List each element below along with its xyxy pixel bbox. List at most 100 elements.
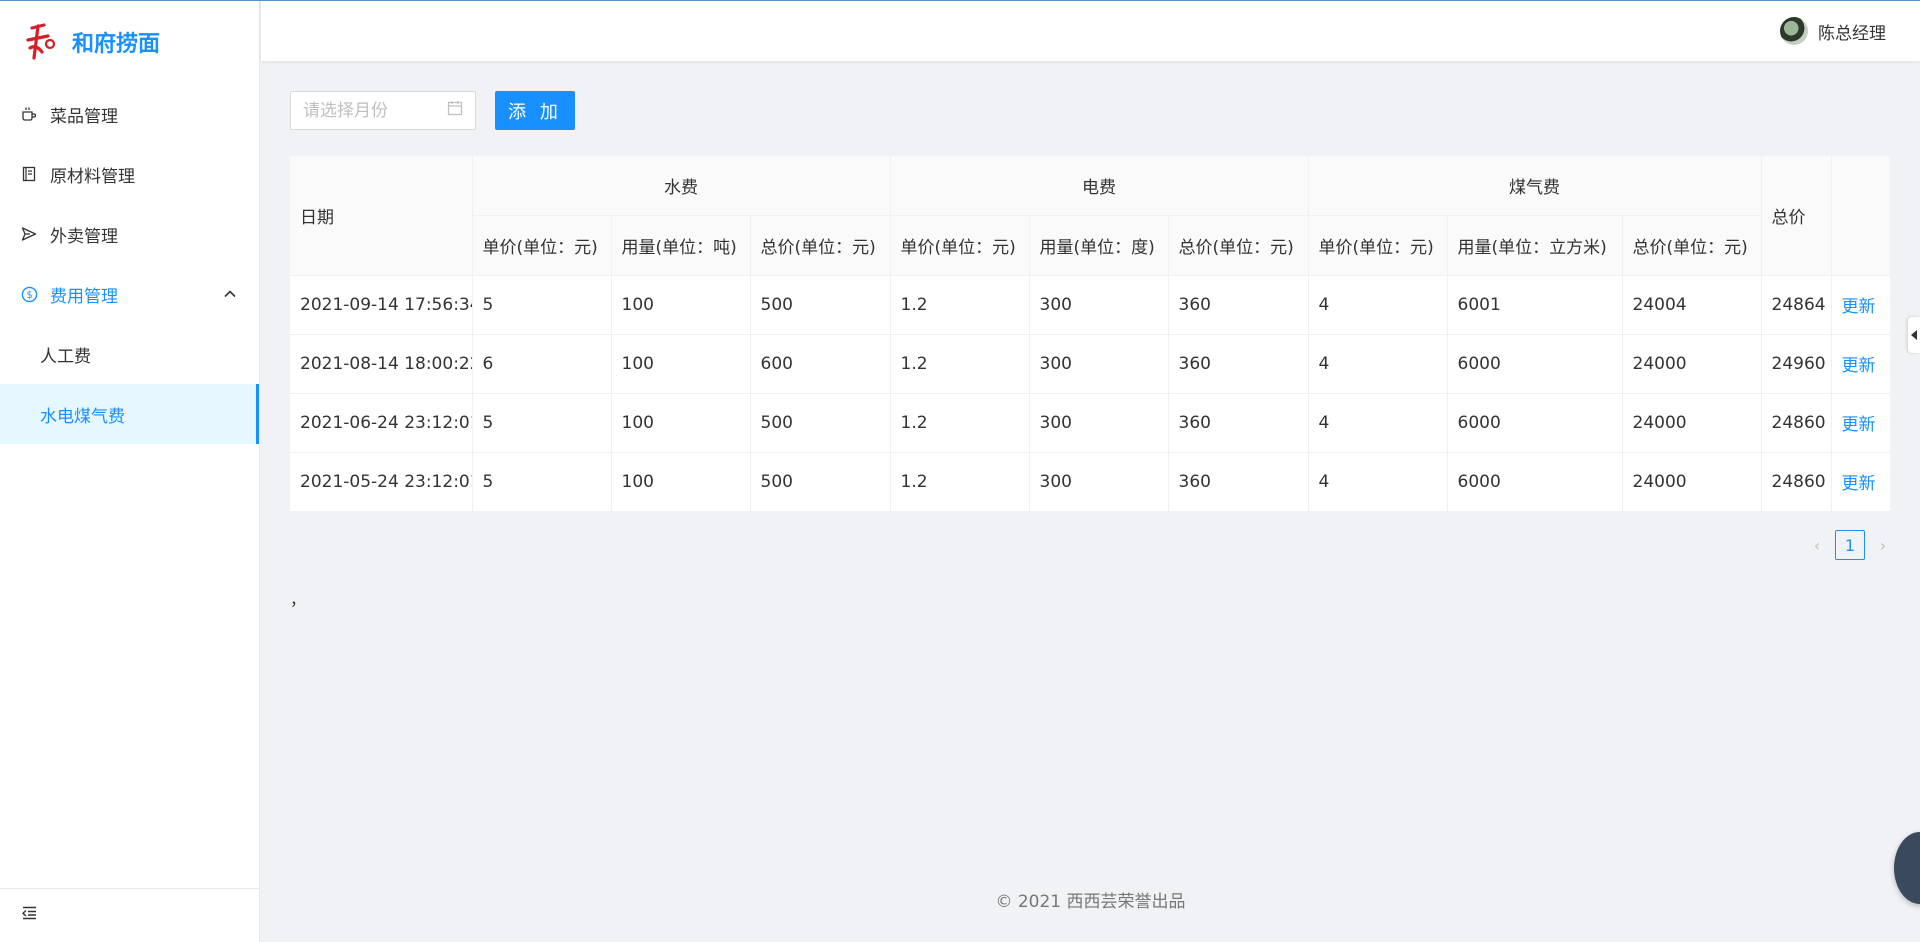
- avatar[interactable]: [1780, 17, 1808, 45]
- book-icon: [20, 165, 38, 183]
- logo[interactable]: 和府捞面: [0, 0, 259, 84]
- table-cell: 300: [1029, 275, 1169, 335]
- table-cell: 100: [611, 452, 751, 512]
- table-cell: 300: [1029, 334, 1169, 394]
- column-header: 单价(单位：元): [890, 215, 1030, 276]
- sidebar-item-dishes[interactable]: 菜品管理: [0, 84, 259, 144]
- column-header: 用量(单位：立方米): [1447, 215, 1623, 276]
- table-cell: 300: [1029, 452, 1169, 512]
- table-cell: 4: [1308, 334, 1448, 394]
- column-header-date: 日期: [290, 156, 473, 276]
- column-group-gas: 煤气费: [1308, 156, 1762, 216]
- utility-fee-table: 日期 水费 电费 煤气费 总价 单价(单位：元) 用量(单位：吨) 总价(单位：…: [290, 156, 1891, 512]
- footer-copyright: © 2021 西西芸荣誉出品: [995, 892, 1186, 912]
- month-picker[interactable]: [290, 91, 476, 130]
- column-header-action: [1831, 156, 1891, 276]
- sidebar-subitem-labor[interactable]: 人工费: [0, 324, 259, 384]
- chevron-up-icon: [223, 286, 237, 306]
- update-link[interactable]: 更新: [1842, 356, 1876, 376]
- toolbar: 添 加: [290, 91, 575, 130]
- table-cell: 360: [1168, 275, 1309, 335]
- column-header-total: 总价: [1761, 156, 1832, 276]
- top-header: 陈总经理: [261, 1, 1920, 61]
- next-page-button[interactable]: ›: [1872, 536, 1894, 555]
- table-cell: 360: [1168, 393, 1309, 453]
- user-name[interactable]: 陈总经理: [1818, 19, 1886, 44]
- sidebar-subitem-label: 人工费: [40, 346, 91, 367]
- table-cell: 360: [1168, 334, 1309, 394]
- column-header: 总价(单位：元): [1622, 215, 1762, 276]
- calendar-icon: [447, 100, 463, 121]
- collapse-sidebar-button[interactable]: [0, 888, 260, 942]
- column-header: 用量(单位：吨): [611, 215, 751, 276]
- table-row: 2021-09-14 17:56:34 5 100 500 1.2 300 36…: [290, 275, 1891, 335]
- update-link[interactable]: 更新: [1842, 474, 1876, 494]
- cell-total: 24960: [1761, 334, 1832, 394]
- prev-page-button[interactable]: ‹: [1806, 536, 1828, 555]
- caret-left-icon: [1910, 325, 1918, 345]
- table-cell: 4: [1308, 452, 1448, 512]
- sidebar-subitem-utilities[interactable]: 水电煤气费: [0, 384, 259, 444]
- table-cell: 100: [611, 275, 751, 335]
- table-cell: 6000: [1447, 334, 1623, 394]
- cell-date: 2021-08-14 18:00:22: [290, 334, 473, 394]
- table-cell: 6: [472, 334, 612, 394]
- svg-text:$: $: [26, 290, 32, 301]
- sidebar-item-expenses[interactable]: $ 费用管理: [0, 264, 259, 324]
- update-link[interactable]: 更新: [1842, 297, 1876, 317]
- column-header: 总价(单位：元): [750, 215, 891, 276]
- table-cell: 600: [750, 334, 891, 394]
- column-group-water: 水费: [472, 156, 891, 216]
- table-cell: 24000: [1622, 334, 1762, 394]
- table-row: 2021-06-24 23:12:01 5 100 500 1.2 300 36…: [290, 393, 1891, 453]
- app-title: 和府捞面: [72, 32, 161, 57]
- stray-text: ，: [290, 590, 307, 609]
- table-cell: 5: [472, 275, 612, 335]
- sidebar-item-materials[interactable]: 原材料管理: [0, 144, 259, 204]
- table-cell: 6000: [1447, 452, 1623, 512]
- table-cell: 1.2: [890, 452, 1030, 512]
- cup-icon: [20, 105, 38, 123]
- update-link[interactable]: 更新: [1842, 415, 1876, 435]
- table-cell: 1.2: [890, 275, 1030, 335]
- sidebar-item-takeout[interactable]: 外卖管理: [0, 204, 259, 264]
- sidebar-item-label: 费用管理: [50, 286, 118, 307]
- dollar-circle-icon: $: [20, 285, 38, 303]
- table-cell: 24000: [1622, 393, 1762, 453]
- cell-action: 更新: [1831, 452, 1891, 512]
- cell-date: 2021-05-24 23:12:01: [290, 452, 473, 512]
- cell-total: 24860: [1761, 393, 1832, 453]
- table-cell: 500: [750, 393, 891, 453]
- table-cell: 1.2: [890, 393, 1030, 453]
- sidebar-item-label: 外卖管理: [50, 226, 118, 247]
- column-header: 单价(单位：元): [472, 215, 612, 276]
- table-cell: 4: [1308, 275, 1448, 335]
- cell-date: 2021-06-24 23:12:01: [290, 393, 473, 453]
- window-top-line: [0, 0, 1920, 1]
- sidebar: 和府捞面 菜品管理 原材料管理 外卖管理 $ 费用管理 人工费 水电煤气费: [0, 0, 260, 942]
- sidebar-item-label: 原材料管理: [50, 166, 135, 187]
- brand-logo-icon: [26, 23, 56, 60]
- add-button[interactable]: 添 加: [495, 91, 575, 130]
- page-number-button[interactable]: 1: [1835, 530, 1865, 560]
- month-input[interactable]: [303, 100, 433, 121]
- table-row: 2021-05-24 23:12:01 5 100 500 1.2 300 36…: [290, 452, 1891, 512]
- table-cell: 500: [750, 452, 891, 512]
- send-icon: [20, 225, 38, 243]
- table-cell: 100: [611, 334, 751, 394]
- table-cell: 4: [1308, 393, 1448, 453]
- table-row: 2021-08-14 18:00:22 6 100 600 1.2 300 36…: [290, 334, 1891, 394]
- table-cell: 360: [1168, 452, 1309, 512]
- table-cell: 1.2: [890, 334, 1030, 394]
- column-group-electricity: 电费: [890, 156, 1309, 216]
- sidebar-item-label: 菜品管理: [50, 106, 118, 127]
- column-header: 用量(单位：度): [1029, 215, 1169, 276]
- sidebar-subitem-label: 水电煤气费: [40, 406, 125, 427]
- cell-total: 24860: [1761, 452, 1832, 512]
- settings-drawer-handle[interactable]: [1908, 317, 1920, 353]
- cell-total: 24864: [1761, 275, 1832, 335]
- cell-action: 更新: [1831, 334, 1891, 394]
- table-cell: 24000: [1622, 452, 1762, 512]
- table-cell: 300: [1029, 393, 1169, 453]
- cell-action: 更新: [1831, 275, 1891, 335]
